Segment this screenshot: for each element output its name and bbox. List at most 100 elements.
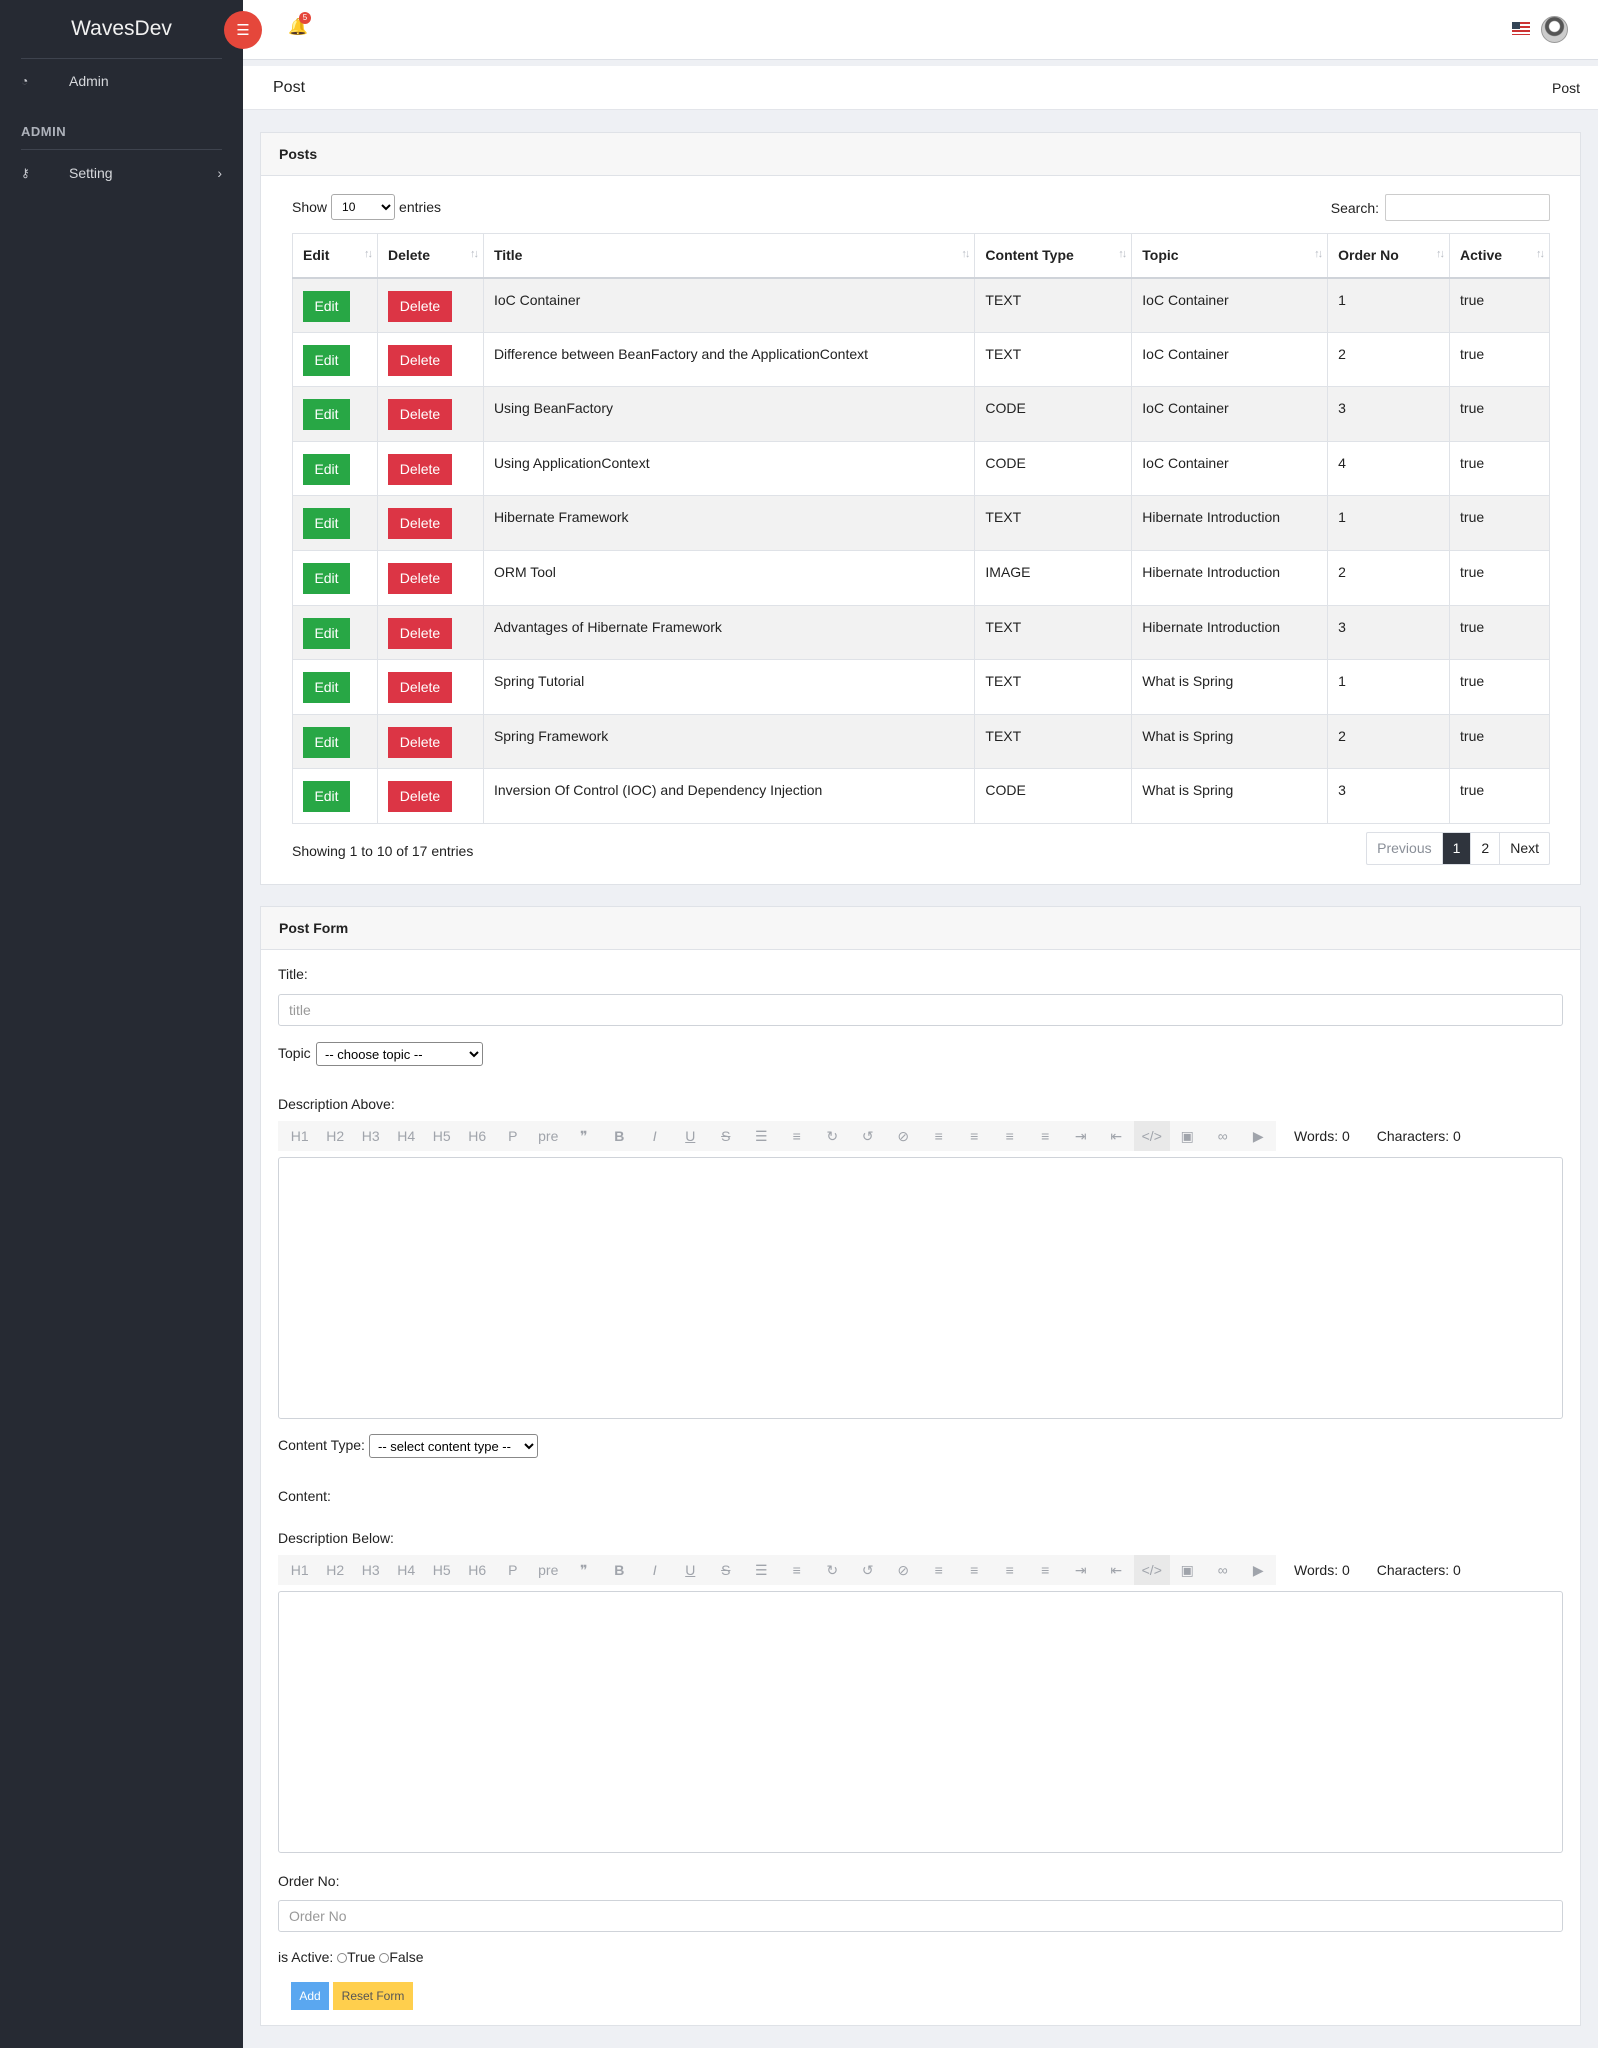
column-header-topic[interactable]: Topic ↑↓ <box>1131 233 1329 279</box>
pre-button[interactable]: pre <box>531 1562 567 1578</box>
edit-button[interactable]: Edit <box>303 617 350 649</box>
edit-button[interactable]: Edit <box>303 781 350 813</box>
indent-icon[interactable]: ⇥ <box>1063 1128 1099 1145</box>
edit-button[interactable]: Edit <box>303 672 350 704</box>
edit-button[interactable]: Edit <box>303 726 350 758</box>
delete-button[interactable]: Delete <box>387 399 452 431</box>
reset-form-button[interactable]: Reset Form <box>333 1982 413 2010</box>
sidebar-item-setting[interactable]: ⚷ Setting › <box>0 150 243 196</box>
pagination-page-1[interactable]: 1 <box>1441 833 1471 864</box>
video-icon[interactable]: ▶ <box>1241 1562 1277 1579</box>
description-above-editor[interactable] <box>278 1157 1563 1419</box>
h4-button[interactable]: H4 <box>389 1128 425 1144</box>
align-justify-icon[interactable]: ≡ <box>1028 1128 1064 1144</box>
active-false-label[interactable]: False <box>389 1949 423 1965</box>
align-justify-icon[interactable]: ≡ <box>1028 1562 1064 1578</box>
align-left-icon[interactable]: ≡ <box>921 1562 957 1578</box>
bold-icon[interactable]: B <box>602 1562 638 1578</box>
align-center-icon[interactable]: ≡ <box>957 1128 993 1144</box>
column-header-edit[interactable]: Edit ↑↓ <box>292 233 378 279</box>
delete-button[interactable]: Delete <box>387 562 452 594</box>
bullet-list-icon[interactable]: ☰ <box>744 1128 780 1145</box>
align-right-icon[interactable]: ≡ <box>992 1128 1028 1144</box>
menu-toggle-button[interactable]: ☰ <box>224 11 262 49</box>
delete-button[interactable]: Delete <box>387 617 452 649</box>
breadcrumb-current[interactable]: Post <box>1552 80 1580 96</box>
brand-logo[interactable]: WavesDev <box>21 0 222 59</box>
pagination-previous[interactable]: Previous <box>1367 833 1441 864</box>
bullet-list-icon[interactable]: ☰ <box>744 1562 780 1579</box>
image-icon[interactable]: ▣ <box>1170 1128 1206 1145</box>
edit-button[interactable]: Edit <box>303 344 350 376</box>
quote-icon[interactable]: ❞ <box>566 1128 602 1145</box>
notification-bell-icon[interactable]: 🔔 5 <box>288 12 311 37</box>
align-center-icon[interactable]: ≡ <box>957 1562 993 1578</box>
image-icon[interactable]: ▣ <box>1170 1562 1206 1579</box>
active-true-label[interactable]: True <box>347 1949 375 1965</box>
align-left-icon[interactable]: ≡ <box>921 1128 957 1144</box>
h1-button[interactable]: H1 <box>282 1128 318 1144</box>
edit-button[interactable]: Edit <box>303 399 350 431</box>
delete-button[interactable]: Delete <box>387 781 452 813</box>
delete-button[interactable]: Delete <box>387 290 452 322</box>
description-below-editor[interactable] <box>278 1591 1563 1853</box>
h5-button[interactable]: H5 <box>424 1128 460 1144</box>
delete-button[interactable]: Delete <box>387 672 452 704</box>
numbered-list-icon[interactable]: ≡ <box>779 1562 815 1578</box>
underline-icon[interactable]: U <box>673 1128 709 1144</box>
language-flag-icon[interactable] <box>1512 22 1530 35</box>
italic-icon[interactable]: I <box>637 1562 673 1578</box>
italic-icon[interactable]: I <box>637 1128 673 1144</box>
delete-button[interactable]: Delete <box>387 726 452 758</box>
h1-button[interactable]: H1 <box>282 1562 318 1578</box>
align-right-icon[interactable]: ≡ <box>992 1562 1028 1578</box>
page-size-select[interactable]: 10 <box>331 194 396 220</box>
link-icon[interactable]: ∞ <box>1205 1128 1241 1144</box>
h2-button[interactable]: H2 <box>318 1562 354 1578</box>
h5-button[interactable]: H5 <box>424 1562 460 1578</box>
pagination-next[interactable]: Next <box>1499 833 1549 864</box>
h3-button[interactable]: H3 <box>353 1128 389 1144</box>
active-false-radio[interactable] <box>379 1953 390 1963</box>
search-input[interactable] <box>1385 194 1550 221</box>
indent-icon[interactable]: ⇥ <box>1063 1562 1099 1579</box>
code-icon[interactable]: </> <box>1134 1555 1170 1585</box>
edit-button[interactable]: Edit <box>303 508 350 540</box>
code-icon[interactable]: </> <box>1134 1121 1170 1151</box>
title-input[interactable] <box>278 994 1563 1026</box>
outdent-icon[interactable]: ⇤ <box>1099 1562 1135 1579</box>
video-icon[interactable]: ▶ <box>1241 1128 1277 1145</box>
bold-icon[interactable]: B <box>602 1128 638 1144</box>
paragraph-button[interactable]: P <box>495 1128 531 1144</box>
h6-button[interactable]: H6 <box>460 1128 496 1144</box>
edit-button[interactable]: Edit <box>303 290 350 322</box>
order-no-input[interactable] <box>278 1900 1563 1932</box>
underline-icon[interactable]: U <box>673 1562 709 1578</box>
delete-button[interactable]: Delete <box>387 344 452 376</box>
undo-icon[interactable]: ↺ <box>850 1562 886 1579</box>
edit-button[interactable]: Edit <box>303 453 350 485</box>
topic-select[interactable]: -- choose topic -- <box>316 1042 483 1066</box>
link-icon[interactable]: ∞ <box>1205 1562 1241 1578</box>
quote-icon[interactable]: ❞ <box>566 1562 602 1579</box>
strikethrough-icon[interactable]: S <box>708 1128 744 1144</box>
content-type-select[interactable]: -- select content type -- <box>369 1434 538 1458</box>
pagination-page-2[interactable]: 2 <box>1470 833 1499 864</box>
add-button[interactable]: Add <box>291 1982 329 2010</box>
delete-button[interactable]: Delete <box>387 453 452 485</box>
numbered-list-icon[interactable]: ≡ <box>779 1128 815 1144</box>
clear-format-icon[interactable]: ⊘ <box>886 1562 922 1579</box>
column-header-title[interactable]: Title ↑↓ <box>482 233 976 279</box>
column-header-active[interactable]: Active ↑↓ <box>1449 233 1550 279</box>
strikethrough-icon[interactable]: S <box>708 1562 744 1578</box>
column-header-delete[interactable]: Delete ↑↓ <box>376 233 484 279</box>
redo-icon[interactable]: ↻ <box>815 1562 851 1579</box>
pre-button[interactable]: pre <box>531 1128 567 1144</box>
clear-format-icon[interactable]: ⊘ <box>886 1128 922 1145</box>
sidebar-item-admin[interactable]: ◔ Admin <box>0 60 243 102</box>
column-header-order-no[interactable]: Order No ↑↓ <box>1327 233 1451 279</box>
edit-button[interactable]: Edit <box>303 562 350 594</box>
column-header-content-type[interactable]: Content Type ↑↓ <box>974 233 1133 279</box>
h6-button[interactable]: H6 <box>460 1562 496 1578</box>
h2-button[interactable]: H2 <box>318 1128 354 1144</box>
